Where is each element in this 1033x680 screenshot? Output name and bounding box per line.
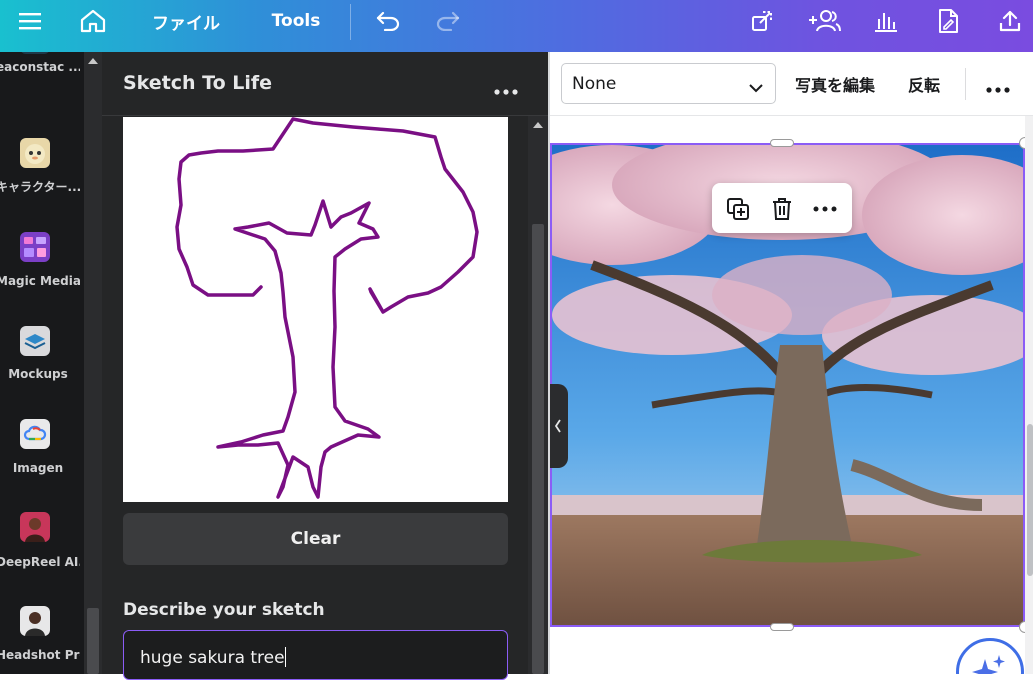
undo-icon[interactable] [372,0,404,42]
canvas-scrollbar[interactable] [1025,116,1033,674]
sparkle-icon [972,655,1005,674]
rail-item-label: eaconstac ... [0,60,80,74]
rail-item-label: DeepReel AI... [0,555,80,569]
sketch-canvas[interactable] [123,117,508,502]
rail-item-label: キャラクター... [0,180,80,194]
apps-rail: eaconstac ... キャラクター... Magic Media Mock… [0,52,84,674]
describe-input[interactable]: huge sakura tree [123,630,508,680]
home-icon[interactable] [77,0,109,42]
chevron-down-icon [749,78,763,98]
more-options-icon[interactable] [494,82,518,95]
tools-menu[interactable]: Tools [264,0,328,42]
more-options-icon[interactable] [986,80,1010,93]
mockups-layers-icon [20,326,50,356]
rail-item-character[interactable]: キャラクター... [0,138,84,218]
scrollbar-thumb[interactable] [532,224,544,674]
rail-scrollbar[interactable] [84,52,102,674]
upload-icon[interactable] [994,0,1026,42]
scroll-up-icon[interactable] [533,122,543,128]
panel-scrollbar[interactable] [528,116,548,674]
rail-item-label: Headshot Pro [0,648,80,662]
sketch-drawing [175,117,479,499]
magic-media-icon [20,232,50,262]
toolbar-divider [965,68,966,100]
trash-icon[interactable] [769,196,795,222]
collapse-panel-tab[interactable] [550,384,568,468]
duplicate-icon[interactable] [725,196,751,222]
resize-icon[interactable] [746,0,778,42]
chart-icon[interactable] [870,0,902,42]
edit-photo-button[interactable]: 写真を編集 [795,72,875,96]
top-bar: ファイル Tools [0,0,1033,52]
scroll-up-icon[interactable] [88,58,98,64]
avatar-icon [20,512,50,542]
scrollbar-thumb[interactable] [1027,424,1033,576]
chevron-left-icon [554,419,561,433]
magic-assistant-button[interactable] [956,638,1024,674]
file-menu[interactable]: ファイル [140,0,232,42]
panel-title: Sketch To Life [123,72,273,94]
element-toolbar [712,183,852,233]
toolbar-divider [350,4,351,40]
panel-divider [102,115,548,116]
context-toolbar: None 写真を編集 反転 [550,52,1033,116]
describe-input-value: huge sakura tree [140,648,285,668]
more-options-icon[interactable] [812,196,838,222]
rail-item-headshot-pro[interactable]: Headshot Pro [0,606,84,674]
rail-item-label: Mockups [8,367,68,381]
scrollbar-thumb[interactable] [87,608,99,674]
describe-label: Describe your sketch [123,600,325,620]
filter-dropdown[interactable]: None [561,63,776,104]
resize-handle-top[interactable] [770,139,794,147]
character-face-icon [20,138,50,168]
rail-item-beaconstac[interactable]: eaconstac ... [0,52,84,104]
rail-item-label: Imagen [12,461,64,475]
avatar-icon [20,606,50,636]
rail-item-deepreel[interactable]: DeepReel AI... [0,512,84,592]
rail-item-magic-media[interactable]: Magic Media [0,232,84,312]
sketch-panel: Sketch To Life Clear Describe your sketc… [102,52,548,680]
editor-area: None 写真を編集 反転 [548,52,1033,674]
rail-item-mockups[interactable]: Mockups [0,326,84,406]
hamburger-icon[interactable] [14,0,46,42]
rail-item-imagen[interactable]: Imagen [0,419,84,499]
text-caret [284,647,286,667]
file-edit-icon[interactable] [932,0,964,42]
imagen-cloud-icon [20,419,50,449]
flip-button[interactable]: 反転 [908,72,940,96]
app-icon [20,52,50,54]
design-canvas[interactable] [550,116,1033,674]
redo-icon[interactable] [432,0,464,42]
clear-button[interactable]: Clear [123,513,508,565]
dropdown-value: None [572,74,617,94]
rail-item-label: Magic Media [0,274,80,288]
share-people-icon[interactable] [806,0,842,42]
resize-handle-bottom[interactable] [770,623,794,631]
